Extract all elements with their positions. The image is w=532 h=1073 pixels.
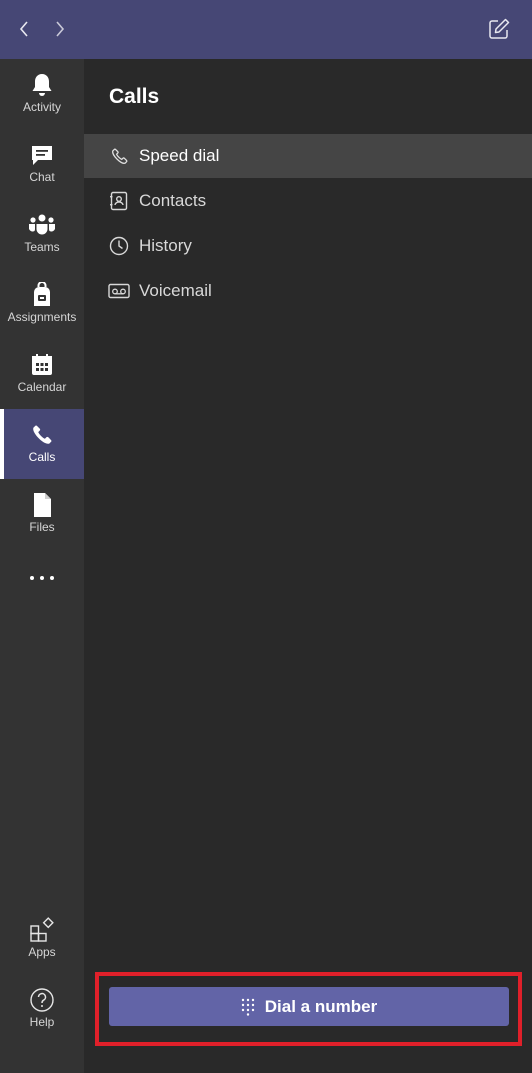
rail-item-teams[interactable]: Teams: [0, 199, 84, 269]
contact-card-icon: [110, 191, 128, 211]
menu-item-contacts[interactable]: Contacts: [84, 179, 532, 223]
compose-icon: [489, 18, 510, 39]
phone-icon: [33, 425, 52, 444]
more-icon: [30, 576, 54, 580]
menu-item-voicemail[interactable]: Voicemail: [84, 269, 532, 313]
page-title: Calls: [109, 85, 160, 108]
menu-item-label: Voicemail: [139, 281, 212, 300]
rail-item-calendar[interactable]: Calendar: [0, 339, 84, 409]
app-bar: Activity Chat Teams Assignments Calendar…: [0, 59, 84, 1073]
rail-item-label: Calendar: [17, 380, 67, 394]
rail-item-chat[interactable]: Chat: [0, 129, 84, 199]
dial-number-button[interactable]: Dial a number: [109, 987, 509, 1026]
rail-item-label: Calls: [28, 450, 56, 464]
rail-item-activity[interactable]: Activity: [0, 59, 84, 129]
clock-icon: [109, 236, 129, 256]
voicemail-icon: [108, 283, 130, 299]
rail-item-label: Apps: [28, 945, 56, 959]
calendar-icon: [32, 354, 52, 375]
dialpad-icon: [241, 998, 254, 1016]
rail-item-apps[interactable]: Apps: [0, 904, 84, 974]
rail-item-label: Teams: [24, 240, 60, 254]
chat-icon: [32, 146, 52, 165]
rail-item-label: Chat: [29, 170, 55, 184]
rail-item-help[interactable]: Help: [0, 974, 84, 1044]
file-icon: [34, 493, 51, 517]
calls-pane: Calls Speed dial Contacts History Voicem…: [84, 59, 532, 1073]
backpack-icon: [34, 282, 50, 306]
rail-item-label: Files: [29, 520, 55, 534]
menu-item-label: Contacts: [139, 191, 207, 210]
rail-item-label: Assignments: [7, 310, 77, 324]
menu-item-speed-dial[interactable]: Speed dial: [84, 134, 532, 178]
dial-number-label: Dial a number: [264, 996, 378, 1016]
title-bar: [0, 0, 532, 59]
rail-item-files[interactable]: Files: [0, 479, 84, 549]
menu-item-label: History: [139, 236, 192, 255]
chevron-right-icon: [56, 21, 65, 37]
menu-item-label: Speed dial: [139, 146, 220, 165]
teams-icon: [29, 214, 55, 235]
more-apps-button[interactable]: [0, 555, 84, 595]
help-icon: [30, 988, 54, 1012]
rail-item-assignments[interactable]: Assignments: [0, 269, 84, 339]
apps-icon: [30, 917, 54, 942]
chevron-left-icon: [19, 21, 28, 37]
rail-item-label: Help: [29, 1015, 55, 1029]
phone-icon: [111, 148, 127, 164]
bell-icon: [32, 74, 52, 96]
forward-button[interactable]: [49, 18, 71, 40]
new-chat-button[interactable]: [487, 17, 511, 41]
rail-item-calls[interactable]: Calls: [0, 409, 84, 479]
rail-item-label: Activity: [22, 100, 61, 114]
back-button[interactable]: [13, 18, 35, 40]
menu-item-history[interactable]: History: [84, 224, 532, 268]
